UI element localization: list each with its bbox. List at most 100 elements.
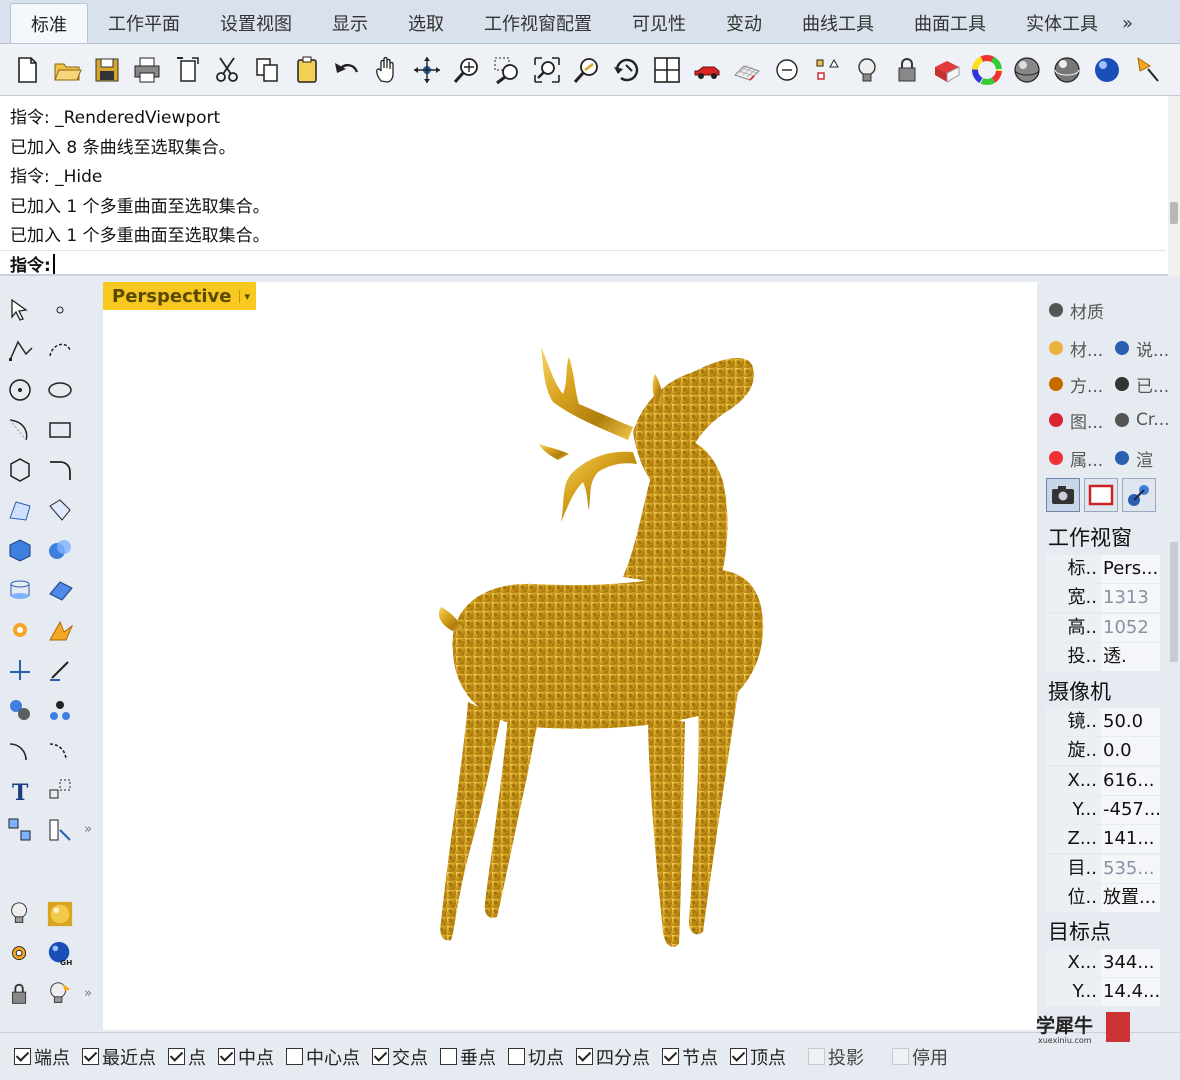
- blend-icon[interactable]: [44, 734, 76, 766]
- panel-tab-2[interactable]: 说...: [1112, 332, 1169, 364]
- osnap-checkbox[interactable]: [440, 1048, 457, 1065]
- property-value[interactable]: 14.4...: [1101, 978, 1160, 1007]
- tab-7[interactable]: 变动: [706, 3, 782, 43]
- scale-icon[interactable]: [44, 774, 76, 806]
- tab-0[interactable]: 标准: [10, 3, 88, 43]
- osnap-checkbox[interactable]: [168, 1048, 185, 1065]
- osnap-4[interactable]: 中心点: [286, 1044, 360, 1070]
- property-value[interactable]: -457...: [1101, 795, 1160, 824]
- rotate-camera-icon[interactable]: [610, 52, 644, 88]
- property-value[interactable]: 344...: [1101, 949, 1160, 977]
- cut-icon[interactable]: [210, 52, 244, 88]
- panel-tab-3[interactable]: 方...: [1046, 368, 1103, 400]
- padlock-icon[interactable]: [4, 978, 36, 1010]
- save-icon[interactable]: [90, 52, 124, 88]
- panel-scrollbar-thumb[interactable]: [1170, 542, 1178, 662]
- tab-5[interactable]: 工作视窗配置: [464, 3, 612, 43]
- osnap-checkbox[interactable]: [508, 1048, 525, 1065]
- property-value[interactable]: 透.: [1101, 642, 1160, 671]
- command-input-row[interactable]: 指令:: [0, 250, 1166, 276]
- property-value[interactable]: Pers...: [1101, 555, 1160, 583]
- panel-tab-4[interactable]: 已...: [1112, 368, 1169, 400]
- panel-tab-6[interactable]: Cr...: [1112, 404, 1170, 436]
- scrollbar-thumb[interactable]: [1170, 202, 1178, 224]
- tab-8[interactable]: 曲线工具: [782, 3, 894, 43]
- curve-icon[interactable]: [44, 334, 76, 366]
- car-icon[interactable]: [690, 52, 724, 88]
- polygon-icon[interactable]: [4, 454, 36, 486]
- cylinder-icon[interactable]: [4, 574, 36, 606]
- points-icon[interactable]: [810, 52, 844, 88]
- circle-icon[interactable]: [4, 374, 36, 406]
- osnap-11[interactable]: 投影: [808, 1044, 864, 1070]
- perspective-viewport[interactable]: Perspective ▾: [103, 282, 1037, 1030]
- split-icon[interactable]: [4, 654, 36, 686]
- settings-gear-icon[interactable]: [4, 938, 36, 970]
- surface-corner-icon[interactable]: [4, 494, 36, 526]
- grasshopper-sphere-icon[interactable]: GH: [44, 938, 76, 970]
- panel-tab-7[interactable]: 属...: [1046, 442, 1103, 474]
- panel-tab-5[interactable]: 图...: [1046, 404, 1103, 436]
- osnap-5[interactable]: 交点: [372, 1044, 428, 1070]
- viewport-dropdown-icon[interactable]: ▾: [239, 289, 250, 303]
- property-value[interactable]: 1052: [1101, 613, 1160, 642]
- tab-3[interactable]: 显示: [312, 3, 388, 43]
- lock-icon[interactable]: [890, 52, 924, 88]
- open-folder-icon[interactable]: [50, 52, 84, 88]
- zoom-window-icon[interactable]: [490, 52, 524, 88]
- osnap-checkbox[interactable]: [730, 1048, 747, 1065]
- paste-icon[interactable]: [290, 52, 324, 88]
- property-value[interactable]: 放置...: [1101, 883, 1160, 912]
- gold-deer-model[interactable]: [393, 332, 793, 972]
- osnap-1[interactable]: 最近点: [82, 1044, 156, 1070]
- panel-tab-8[interactable]: 渲: [1112, 442, 1153, 474]
- grid-plane-icon[interactable]: [730, 52, 764, 88]
- osnap-9[interactable]: 节点: [662, 1044, 718, 1070]
- color-wheel-icon[interactable]: [970, 52, 1004, 88]
- render-nodes-icon[interactable]: [1122, 478, 1156, 512]
- tab-6[interactable]: 可见性: [612, 3, 706, 43]
- copy-icon[interactable]: [250, 52, 284, 88]
- property-value[interactable]: 616...: [1101, 766, 1160, 795]
- osnap-checkbox[interactable]: [662, 1048, 679, 1065]
- property-value[interactable]: 1313: [1101, 584, 1160, 613]
- osnap-3[interactable]: 中点: [218, 1044, 274, 1070]
- point-icon[interactable]: [44, 294, 76, 326]
- four-viewports-icon[interactable]: [650, 52, 684, 88]
- new-file-icon[interactable]: [10, 52, 44, 88]
- bulb-settings-icon[interactable]: [44, 978, 76, 1010]
- property-value[interactable]: 0.0: [1101, 737, 1160, 766]
- arc-icon[interactable]: [4, 414, 36, 446]
- shaded-sphere-icon[interactable]: [1010, 52, 1044, 88]
- zoom-dynamic-icon[interactable]: [450, 52, 484, 88]
- osnap-checkbox[interactable]: [372, 1048, 389, 1065]
- tab-1[interactable]: 工作平面: [88, 3, 200, 43]
- material-editor-icon[interactable]: [930, 52, 964, 88]
- rendered-sphere-icon[interactable]: [1050, 52, 1084, 88]
- analyze-icon[interactable]: [44, 814, 76, 846]
- osnap-checkbox[interactable]: [892, 1048, 909, 1065]
- osnap-12[interactable]: 停用: [892, 1044, 948, 1070]
- osnap-checkbox[interactable]: [808, 1048, 825, 1065]
- panel-scrollbar[interactable]: [1168, 512, 1180, 1032]
- osnap-10[interactable]: 顶点: [730, 1044, 786, 1070]
- ellipse-icon[interactable]: [44, 374, 76, 406]
- box-solid-icon[interactable]: [4, 534, 36, 566]
- tab-4[interactable]: 选取: [388, 3, 464, 43]
- osnap-checkbox[interactable]: [218, 1048, 235, 1065]
- panel-tab-1[interactable]: 材...: [1046, 332, 1103, 364]
- property-value[interactable]: 50.0: [1101, 708, 1160, 736]
- osnap-checkbox[interactable]: [82, 1048, 99, 1065]
- tab-overflow-icon[interactable]: »: [1118, 3, 1137, 43]
- light-bulb-icon[interactable]: [850, 52, 884, 88]
- fillet-curve-icon[interactable]: [44, 454, 76, 486]
- viewport-title-tab[interactable]: Perspective ▾: [103, 282, 257, 310]
- tab-9[interactable]: 曲面工具: [894, 3, 1006, 43]
- loft-surface-icon[interactable]: [44, 494, 76, 526]
- tab-10[interactable]: 实体工具: [1006, 3, 1118, 43]
- zoom-extents-icon[interactable]: [530, 52, 564, 88]
- rectangle-icon[interactable]: [44, 414, 76, 446]
- zoom-selected-icon[interactable]: [570, 52, 604, 88]
- pan-hand-icon[interactable]: [370, 52, 404, 88]
- explode-icon[interactable]: [44, 614, 76, 646]
